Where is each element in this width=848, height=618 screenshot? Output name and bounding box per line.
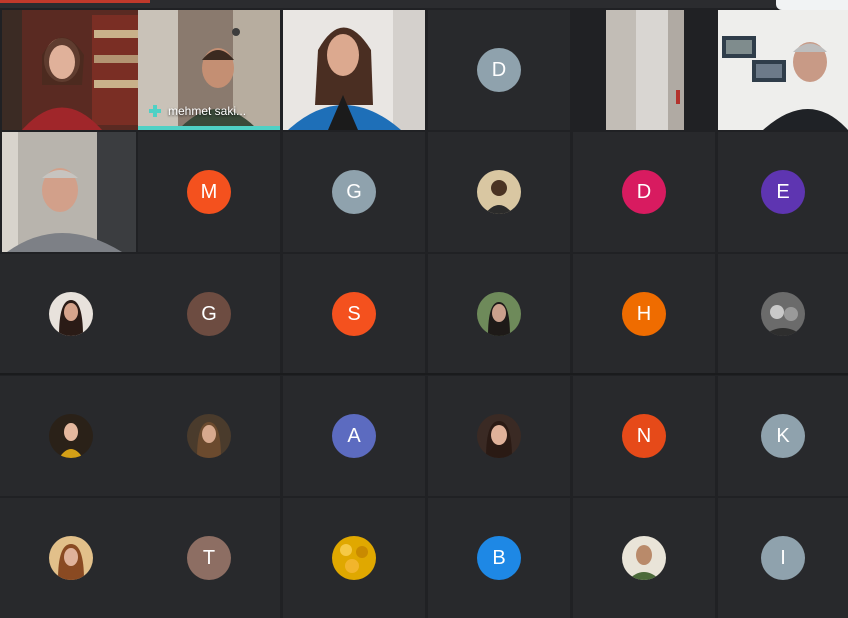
woman-blue-jacket-video	[283, 10, 425, 130]
man-grey-shirt-video	[2, 132, 136, 252]
participant-tile[interactable]	[0, 498, 142, 618]
avatar-initial: H	[636, 302, 652, 325]
profile-photo	[187, 414, 231, 458]
participant-tile[interactable]: D	[428, 10, 570, 130]
participant-tile[interactable]	[428, 376, 570, 496]
participant-tile[interactable]	[428, 132, 570, 252]
participant-tile[interactable]: N	[573, 376, 715, 496]
avatar-initial: D	[636, 180, 652, 203]
pin-icon	[149, 105, 161, 117]
participant-avatar: T	[187, 536, 231, 580]
participant-tile[interactable]	[573, 498, 715, 618]
participant-tile[interactable]: D	[573, 132, 715, 252]
curtain-room-video	[606, 10, 684, 130]
grid-divider	[0, 373, 848, 375]
participant-avatar: S	[332, 292, 376, 336]
participant-tile[interactable]: G	[138, 254, 280, 374]
avatar-initial: B	[492, 546, 506, 569]
participant-tile[interactable]	[2, 10, 144, 130]
participant-avatar: B	[477, 536, 521, 580]
profile-photo	[477, 292, 521, 336]
participant-tile[interactable]	[428, 254, 570, 374]
participant-tile[interactable]	[0, 376, 142, 496]
top-right-control[interactable]	[776, 0, 848, 10]
profile-photo	[49, 414, 93, 458]
avatar-initial: G	[201, 302, 217, 325]
participant-tile[interactable]: I	[718, 498, 848, 618]
avatar-initial: A	[347, 424, 361, 447]
avatar-initial: N	[636, 424, 652, 447]
participant-avatar: N	[622, 414, 666, 458]
participant-avatar: I	[761, 536, 805, 580]
participant-tile[interactable]	[0, 254, 142, 374]
participant-avatar: E	[761, 170, 805, 214]
man-white-wall-video	[718, 10, 848, 130]
top-bar	[0, 0, 848, 10]
participant-avatar: G	[332, 170, 376, 214]
participant-tile[interactable]	[718, 254, 848, 374]
participant-tile[interactable]: G	[283, 132, 425, 252]
participant-name: mehmet saki...	[168, 104, 247, 118]
active-speaker-indicator	[138, 126, 280, 130]
profile-photo	[761, 292, 805, 336]
participant-avatar: M	[187, 170, 231, 214]
avatar-initial: M	[200, 180, 218, 203]
participant-tile[interactable]	[283, 10, 425, 130]
avatar-initial: D	[491, 58, 507, 81]
participant-name-tag: mehmet saki...	[148, 104, 246, 118]
participant-tile[interactable]: A	[283, 376, 425, 496]
profile-photo	[477, 170, 521, 214]
participant-tile[interactable]: B	[428, 498, 570, 618]
participant-tile[interactable]: K	[718, 376, 848, 496]
participant-tile[interactable]: T	[138, 498, 280, 618]
participant-tile[interactable]	[606, 10, 684, 130]
participant-tile[interactable]: H	[573, 254, 715, 374]
participant-avatar: D	[622, 170, 666, 214]
woman-bookshelf-video	[2, 10, 144, 130]
participant-tile[interactable]: S	[283, 254, 425, 374]
top-accent	[0, 0, 150, 3]
participant-tile[interactable]: M	[138, 132, 280, 252]
participant-tile[interactable]: E	[718, 132, 848, 252]
participant-tile[interactable]	[138, 376, 280, 496]
participant-tile-mehmet[interactable]: mehmet saki...	[138, 10, 280, 130]
profile-photo	[622, 536, 666, 580]
avatar-initial: G	[346, 180, 362, 203]
avatar-initial: T	[202, 546, 216, 569]
profile-photo	[49, 292, 93, 336]
participant-avatar: K	[761, 414, 805, 458]
profile-photo	[49, 536, 93, 580]
avatar-initial: E	[776, 180, 790, 203]
participant-tile[interactable]	[2, 132, 136, 252]
avatar-initial: I	[780, 546, 786, 569]
profile-photo	[477, 414, 521, 458]
participant-avatar: D	[477, 48, 521, 92]
avatar-initial: S	[347, 302, 361, 325]
participant-avatar: G	[187, 292, 231, 336]
profile-photo	[332, 536, 376, 580]
participant-tile[interactable]	[718, 10, 848, 130]
participant-avatar: A	[332, 414, 376, 458]
participant-avatar: H	[622, 292, 666, 336]
avatar-initial: K	[776, 424, 790, 447]
participant-tile[interactable]	[283, 498, 425, 618]
